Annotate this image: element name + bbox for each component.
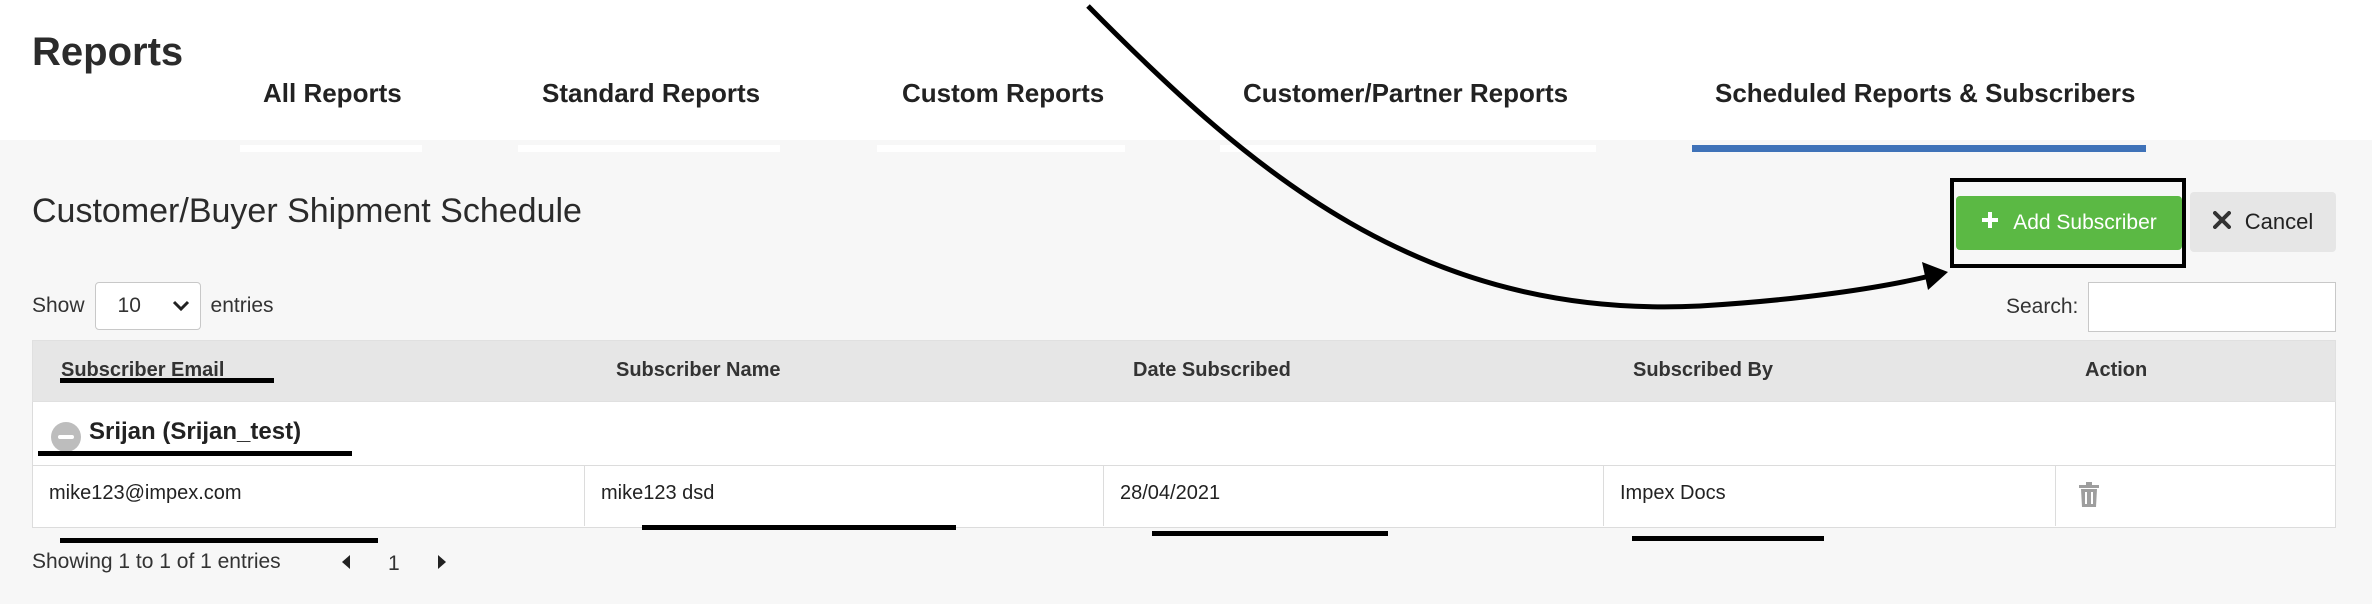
page-number[interactable]: 1 [388,552,400,576]
table-row: mike123@impex.com mike123 dsd 28/04/2021… [32,466,2336,528]
annotation-underline [60,538,378,543]
tab-underline [518,145,780,152]
column-header-subscriber-email[interactable]: Subscriber Email [61,359,224,382]
add-subscriber-label: Add Subscriber [2013,211,2157,234]
pagination: 1 [340,552,448,576]
annotation-underline [1152,531,1388,536]
cell-subscribed-by: Impex Docs [1604,466,2056,526]
chevron-down-icon [172,294,190,318]
next-page-icon[interactable] [436,552,448,576]
search-label: Search: [2006,295,2079,318]
table-header: Subscriber Email Subscriber Name Date Su… [32,340,2336,402]
tab-scheduled-reports-subscribers[interactable]: Scheduled Reports & Subscribers [1715,78,2135,109]
search-control: Search: [2006,282,2337,332]
previous-page-icon[interactable] [340,552,352,576]
cancel-button[interactable]: Cancel [2190,192,2336,252]
table-info: Showing 1 to 1 of 1 entries [32,550,281,573]
entries-length-control: Show 10 entries [32,282,274,330]
column-header-date-subscribed[interactable]: Date Subscribed [1133,359,1291,382]
tab-custom-reports[interactable]: Custom Reports [902,78,1104,109]
tab-underline [877,145,1125,152]
subscribers-table: Subscriber Email Subscriber Name Date Su… [32,340,2336,528]
active-tab-underline [1692,145,2146,152]
tab-all-reports[interactable]: All Reports [263,78,402,109]
group-row: Srijan (Srijan_test) [32,402,2336,466]
cell-subscriber-name: mike123 dsd [585,466,1104,526]
tab-customer-partner-reports[interactable]: Customer/Partner Reports [1243,78,1568,109]
group-label: Srijan (Srijan_test) [89,418,302,445]
trash-icon[interactable] [2078,482,2100,513]
entries-select[interactable]: 10 [94,282,201,330]
top-bar: Reports All Reports Standard Reports Cus… [0,0,2372,140]
page-title: Reports [32,30,184,74]
add-subscriber-button[interactable]: Add Subscriber [1956,196,2182,250]
entries-label: entries [210,294,274,317]
tab-standard-reports[interactable]: Standard Reports [542,78,760,109]
tab-underline [240,145,422,152]
cell-action [2056,466,2335,526]
cancel-label: Cancel [2244,209,2314,234]
annotation-underline [1632,536,1824,541]
close-icon [2212,209,2231,235]
entries-select-value: 10 [117,294,141,317]
section-title: Customer/Buyer Shipment Schedule [32,192,582,230]
plus-icon [1981,211,1999,235]
collapse-group-icon[interactable] [51,422,81,452]
column-header-subscriber-name[interactable]: Subscriber Name [616,359,781,382]
column-header-subscribed-by[interactable]: Subscribed By [1633,359,1773,382]
search-input[interactable] [2088,282,2337,332]
column-header-action: Action [2085,359,2148,381]
cell-date-subscribed: 28/04/2021 [1104,466,1604,526]
tab-underline [1220,145,1596,152]
cell-subscriber-email: mike123@impex.com [33,466,585,526]
show-label: Show [32,294,85,317]
